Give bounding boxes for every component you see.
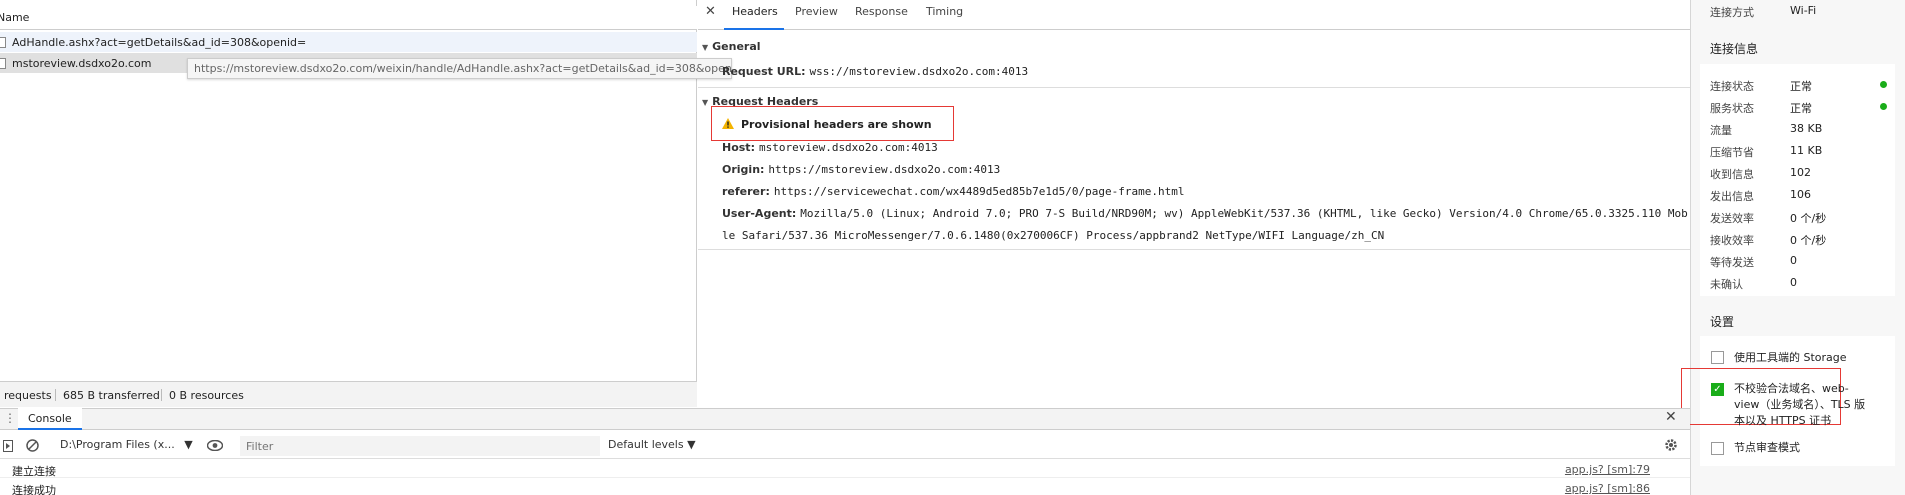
stat-value: 11 KB xyxy=(1790,144,1823,157)
header-row-user-agent: User-Agent: Mozilla/5.0 (Linux; Android 7… xyxy=(722,207,1688,220)
row-checkbox[interactable] xyxy=(0,37,6,48)
request-url-row: Request URL: wss://mstoreview.dsdxo2o.com… xyxy=(722,65,1028,78)
request-name: mstoreview.dsdxo2o.com xyxy=(12,57,152,70)
stat-value: 0 个/秒 xyxy=(1790,234,1827,247)
section-divider xyxy=(698,249,1690,250)
dropdown-arrow-icon: ▼ xyxy=(184,438,193,451)
collapse-triangle-icon: ▼ xyxy=(702,43,709,52)
tab-preview[interactable]: Preview xyxy=(795,5,838,18)
stat-label: 发出信息 xyxy=(1710,190,1754,203)
header-key: Origin: xyxy=(722,163,765,176)
node-review-checkbox[interactable] xyxy=(1711,442,1724,455)
stat-value: 0 xyxy=(1790,276,1797,289)
conn-info-title: 连接信息 xyxy=(1710,42,1759,56)
stat-label: 流量 xyxy=(1710,124,1732,137)
general-title: General xyxy=(712,40,761,53)
provisional-headers-notice: Provisional headers are shown xyxy=(741,118,932,131)
log-levels-select[interactable]: Default levels ▼ xyxy=(608,438,696,451)
nocheck-option-label: 不校验合法域名、web- xyxy=(1734,382,1849,395)
nocheck-domain-checkbox[interactable]: ✓ xyxy=(1711,383,1724,396)
clear-console-icon[interactable] xyxy=(26,439,39,452)
stat-label: 服务状态 xyxy=(1710,102,1754,115)
request-url-key: Request URL: xyxy=(722,65,806,78)
stat-label: 等待发送 xyxy=(1710,256,1754,269)
dropdown-arrow-icon: ▼ xyxy=(687,438,696,451)
console-log-line: 建立连接 app.js? [sm]:79 xyxy=(0,460,1690,478)
gear-icon[interactable] xyxy=(1664,438,1678,452)
collapse-triangle-icon: ▼ xyxy=(702,98,709,107)
row-checkbox[interactable] xyxy=(0,58,6,69)
header-row-host: Host: mstoreview.dsdxo2o.com:4013 xyxy=(722,141,938,154)
console-log-line: 连接成功 app.js? [sm]:86 xyxy=(0,479,1690,495)
active-tab-indicator xyxy=(724,28,784,30)
header-key: referer: xyxy=(722,185,770,198)
drawer-tabbar xyxy=(0,408,1690,430)
stat-label: 接收效率 xyxy=(1710,234,1754,247)
console-tab-label: Console xyxy=(28,412,72,425)
drawer-menu-icon[interactable]: ⋮ xyxy=(4,411,16,425)
filter-input[interactable] xyxy=(240,436,600,456)
tab-headers[interactable]: Headers xyxy=(732,5,778,18)
status-ok-dot xyxy=(1880,103,1887,110)
tab-timing[interactable]: Timing xyxy=(926,5,963,18)
stat-label: 连接状态 xyxy=(1710,80,1754,93)
sidebar-toggle-icon[interactable] xyxy=(3,440,13,452)
requests-count: requests xyxy=(4,389,52,402)
conn-mode-value: Wi-Fi xyxy=(1790,4,1817,17)
context-value: D:\Program Files (x... xyxy=(60,438,175,451)
levels-value: Default levels xyxy=(608,438,684,451)
context-select[interactable]: D:\Program Files (x... ▼ xyxy=(60,438,193,451)
stat-value: 0 xyxy=(1790,254,1797,267)
header-key: Host: xyxy=(722,141,755,154)
request-row-adhandle[interactable]: AdHandle.ashx?act=getDetails&ad_id=308&o… xyxy=(0,32,697,52)
header-value: https://servicewechat.com/wx4489d5ed85b7… xyxy=(773,185,1185,198)
warning-icon xyxy=(722,118,734,129)
stat-value: 正常 xyxy=(1790,80,1812,93)
header-value: https://mstoreview.dsdxo2o.com:4013 xyxy=(768,163,1001,176)
general-section-toggle[interactable]: ▼ General xyxy=(702,40,761,53)
tab-console[interactable]: Console xyxy=(18,408,82,430)
log-source-link[interactable]: app.js? [sm]:86 xyxy=(1565,482,1650,495)
close-detail-icon[interactable]: ✕ xyxy=(705,4,716,19)
url-tooltip: https://mstoreview.dsdxo2o.com/weixin/ha… xyxy=(187,58,732,79)
stat-label: 发送效率 xyxy=(1710,212,1754,225)
section-divider xyxy=(698,87,1690,88)
stat-value: 106 xyxy=(1790,188,1811,201)
network-status-bar: requests 685 B transferred 0 B resources xyxy=(0,381,697,407)
log-message: 建立连接 xyxy=(12,465,56,478)
storage-checkbox[interactable] xyxy=(1711,351,1724,364)
log-message: 连接成功 xyxy=(12,484,56,495)
stat-label: 未确认 xyxy=(1710,278,1743,291)
close-drawer-icon[interactable]: ✕ xyxy=(1665,409,1677,425)
stat-value: 正常 xyxy=(1790,102,1812,115)
stat-value: 102 xyxy=(1790,166,1811,179)
stat-value: 0 个/秒 xyxy=(1790,212,1827,225)
storage-option-label: 使用工具端的 Storage xyxy=(1734,351,1847,364)
header-value: Mozilla/5.0 (Linux; Android 7.0; PRO 7-S… xyxy=(800,207,1688,220)
detail-tabbar xyxy=(698,6,1690,30)
header-value: mstoreview.dsdxo2o.com:4013 xyxy=(758,141,938,154)
node-review-label: 节点审查模式 xyxy=(1734,441,1800,454)
stat-label: 压缩节省 xyxy=(1710,146,1754,159)
request-url-value: wss://mstoreview.dsdxo2o.com:4013 xyxy=(809,65,1029,78)
transferred-size: 685 B transferred xyxy=(63,389,160,402)
tab-response[interactable]: Response xyxy=(855,5,908,18)
header-key: User-Agent: xyxy=(722,207,797,220)
name-column-header[interactable]: Name xyxy=(0,6,697,30)
stat-label: 收到信息 xyxy=(1710,168,1754,181)
nocheck-option-label: 本以及 HTTPS 证书 xyxy=(1734,414,1832,427)
eye-icon[interactable] xyxy=(207,440,223,451)
conn-mode-label: 连接方式 xyxy=(1710,6,1754,19)
request-name: AdHandle.ashx?act=getDetails&ad_id=308&o… xyxy=(12,36,307,49)
header-row-referer: referer: https://servicewechat.com/wx4489… xyxy=(722,185,1184,198)
name-column-label: Name xyxy=(0,11,30,24)
settings-title: 设置 xyxy=(1710,315,1735,329)
user-agent-continuation: le Safari/537.36 MicroMessenger/7.0.6.14… xyxy=(722,229,1385,242)
header-row-origin: Origin: https://mstoreview.dsdxo2o.com:40… xyxy=(722,163,1000,176)
nocheck-option-label: view（业务域名）、TLS 版 xyxy=(1734,398,1866,411)
resources-size: 0 B resources xyxy=(169,389,244,402)
stat-value: 38 KB xyxy=(1790,122,1823,135)
log-source-link[interactable]: app.js? [sm]:79 xyxy=(1565,463,1650,476)
status-ok-dot xyxy=(1880,81,1887,88)
